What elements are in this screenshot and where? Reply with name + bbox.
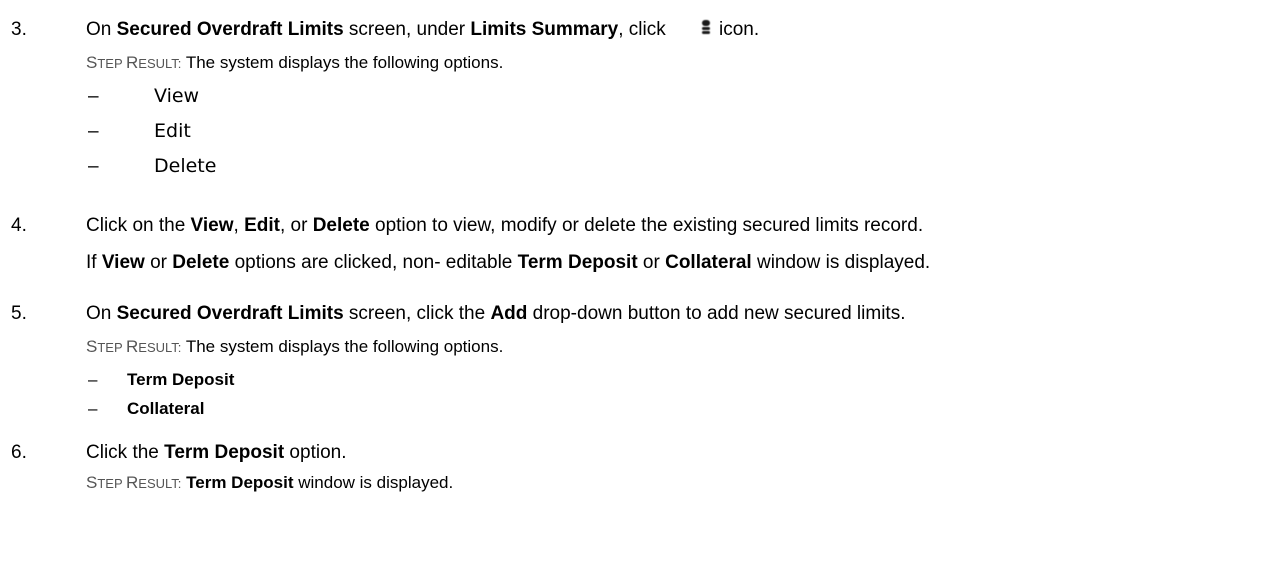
step-3-result: STEP RESULT: The system displays the fol… — [86, 53, 503, 73]
text: option. — [284, 442, 347, 463]
step-6-instruction: Click the Term Deposit option. — [86, 442, 346, 464]
option-edit: Edit — [154, 120, 191, 142]
step-4-instruction: Click on the View, Edit, or Delete optio… — [86, 215, 923, 237]
option-dash: – — [88, 399, 98, 418]
option-dash: – — [88, 156, 99, 177]
step-5-result: STEP RESULT: The system displays the fol… — [86, 337, 503, 357]
option-name: View — [190, 215, 234, 236]
step-result-label: ESULT: — [138, 476, 182, 491]
text: On — [86, 19, 117, 40]
text: drop-down button to add new secured limi… — [527, 303, 906, 324]
option-view: View — [154, 85, 200, 107]
step-3-number: 3. — [11, 19, 27, 40]
option-name: Edit — [244, 215, 280, 236]
option-collateral: Collateral — [127, 399, 205, 418]
kebab-menu-icon — [700, 20, 712, 36]
step-result-label: R — [126, 337, 139, 356]
step-result-text: window is displayed. — [293, 473, 454, 492]
step-result-label: TEP — [97, 476, 127, 491]
step-3-instruction: On Secured Overdraft Limits screen, unde… — [86, 19, 759, 41]
step-result-text: The system displays the following option… — [181, 337, 504, 356]
step-result-label: S — [86, 337, 98, 356]
screen-name: Secured Overdraft Limits — [116, 303, 344, 324]
text: Click the — [86, 442, 165, 463]
text: On — [86, 303, 117, 324]
step-result-label: R — [126, 473, 139, 492]
screen-name: Secured Overdraft Limits — [116, 19, 344, 40]
text: window is displayed. — [751, 252, 931, 273]
step-result-label: ESULT: — [138, 56, 182, 71]
option-term-deposit: Term Deposit — [127, 370, 235, 389]
text: , — [233, 215, 245, 236]
step-result-label: ESULT: — [138, 340, 182, 355]
text: options are clicked, non- editable — [229, 252, 518, 273]
option-dash: – — [88, 370, 98, 389]
step-5-number: 5. — [11, 303, 27, 324]
option-name: Delete — [312, 215, 370, 236]
option-dash: – — [88, 86, 99, 107]
window-name: Term Deposit — [186, 473, 294, 492]
text: or — [637, 252, 666, 273]
step-5-instruction: On Secured Overdraft Limits screen, clic… — [86, 303, 905, 325]
window-name: Term Deposit — [517, 252, 638, 273]
text: option to view, modify or delete the exi… — [369, 215, 924, 236]
step-4-note: If View or Delete options are clicked, n… — [86, 252, 930, 274]
option-name: Term Deposit — [164, 442, 285, 463]
text: , click — [618, 19, 666, 40]
text: screen, click the — [343, 303, 491, 324]
step-result-label: TEP — [97, 56, 127, 71]
button-name: Add — [490, 303, 528, 324]
window-name: Collateral — [665, 252, 752, 273]
step-4-number: 4. — [11, 215, 27, 236]
text: If — [86, 252, 102, 273]
step-result-label: S — [86, 473, 98, 492]
option-delete: Delete — [154, 155, 217, 177]
step-6-number: 6. — [11, 442, 27, 463]
text: , or — [279, 215, 313, 236]
text: screen, under — [343, 19, 471, 40]
step-result-text: The system displays the following option… — [181, 53, 504, 72]
step-6-result: STEP RESULT: Term Deposit window is disp… — [86, 473, 453, 493]
option-name: Delete — [172, 252, 230, 273]
step-result-label: S — [86, 53, 98, 72]
step-result-label: TEP — [97, 340, 127, 355]
section-name: Limits Summary — [470, 19, 619, 40]
text: Click on the — [86, 215, 191, 236]
option-name: View — [101, 252, 145, 273]
step-result-label: R — [126, 53, 139, 72]
text: icon. — [713, 19, 760, 40]
text: or — [144, 252, 173, 273]
option-dash: – — [88, 121, 99, 142]
